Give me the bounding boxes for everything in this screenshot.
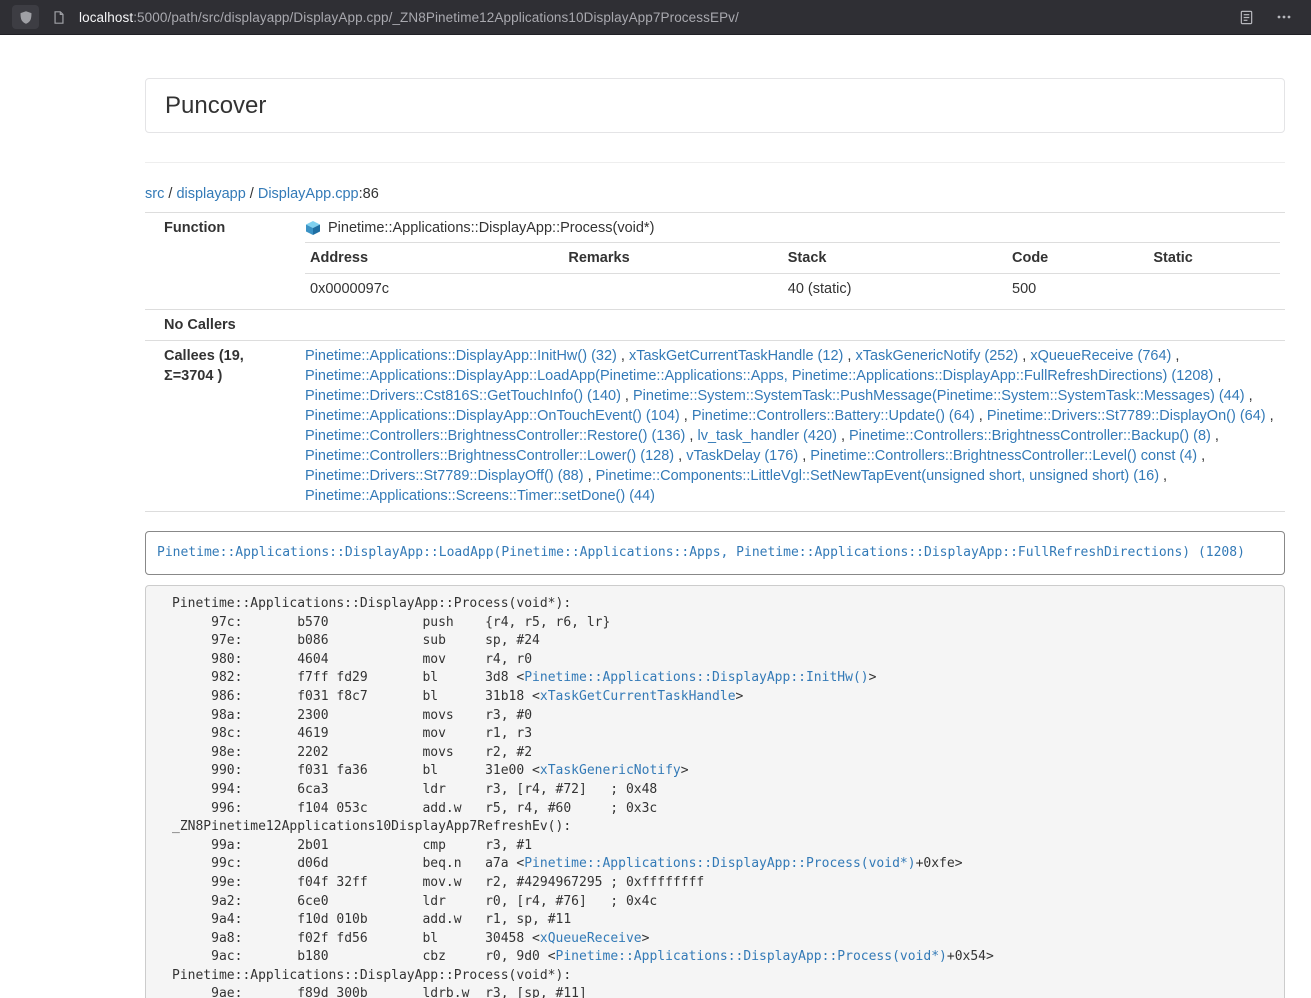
breadcrumb: src / displayapp / DisplayApp.cpp:86: [145, 184, 1285, 204]
code-cell: 500: [1007, 274, 1148, 305]
static-cell: [1148, 274, 1280, 305]
tracking-protection-button[interactable]: [12, 5, 39, 29]
callee-link[interactable]: xTaskGetCurrentTaskHandle (12): [629, 348, 843, 364]
app-title-panel: Puncover: [145, 78, 1285, 133]
function-name: Pinetime::Applications::DisplayApp::Proc…: [328, 218, 654, 238]
function-details-row: 0x0000097c 40 (static) 500: [305, 274, 1280, 305]
col-header-static: Static: [1148, 243, 1280, 274]
stack-cell: 40 (static): [783, 274, 1007, 305]
disassembly-panel: Pinetime::Applications::DisplayApp::Proc…: [145, 585, 1285, 998]
callee-link[interactable]: Pinetime::Applications::DisplayApp::Load…: [305, 368, 1213, 384]
reader-mode-button[interactable]: [1235, 6, 1257, 28]
function-cell: Pinetime::Applications::DisplayApp::Proc…: [300, 213, 1285, 310]
breadcrumb-link[interactable]: DisplayApp.cpp: [258, 186, 359, 202]
col-header-code: Code: [1007, 243, 1148, 274]
breadcrumb-separator: /: [164, 186, 176, 202]
callee-link[interactable]: Pinetime::System::SystemTask::PushMessag…: [633, 388, 1245, 404]
meatball-menu-icon: [1276, 9, 1292, 25]
url-path: :5000/path/src/displayapp/DisplayApp.cpp…: [133, 10, 739, 25]
callee-link[interactable]: Pinetime::Drivers::St7789::DisplayOn() (…: [987, 408, 1266, 424]
breadcrumb-link[interactable]: displayapp: [176, 186, 245, 202]
function-type-icon: [305, 220, 321, 236]
callee-link[interactable]: Pinetime::Controllers::Battery::Update()…: [692, 408, 975, 424]
callee-link[interactable]: Pinetime::Controllers::BrightnessControl…: [849, 428, 1211, 444]
site-info-button[interactable]: [48, 6, 70, 28]
disassembly-symbol-link[interactable]: Pinetime::Applications::DisplayApp::Proc…: [556, 949, 947, 964]
callee-link[interactable]: Pinetime::Controllers::BrightnessControl…: [810, 448, 1197, 464]
callers-cell: [300, 310, 1285, 341]
function-row: Function Pinetime::Applications::Display…: [145, 213, 1285, 310]
callee-link[interactable]: Pinetime::Controllers::BrightnessControl…: [305, 428, 685, 444]
callee-link[interactable]: Pinetime::Applications::DisplayApp::OnTo…: [305, 408, 680, 424]
url-host: localhost: [79, 10, 133, 25]
callee-link[interactable]: xQueueReceive (764): [1030, 348, 1171, 364]
callee-link[interactable]: Pinetime::Drivers::Cst816S::GetTouchInfo…: [305, 388, 621, 404]
page-title: Puncover: [165, 91, 1265, 120]
function-details-table: Address Remarks Stack Code Static 0x0000…: [305, 242, 1280, 304]
col-header-address: Address: [305, 243, 563, 274]
disassembly-symbol-link[interactable]: xQueueReceive: [540, 931, 642, 946]
address-cell: 0x0000097c: [305, 274, 563, 305]
breadcrumb-line-number: :86: [359, 186, 379, 202]
function-line: Pinetime::Applications::DisplayApp::Proc…: [305, 218, 1280, 238]
callee-link[interactable]: Pinetime::Drivers::St7789::DisplayOff() …: [305, 468, 584, 484]
col-header-remarks: Remarks: [563, 243, 782, 274]
callees-row: Callees (19, Σ=3704 ) Pinetime::Applicat…: [145, 341, 1285, 512]
callers-row-label: No Callers: [145, 310, 300, 341]
function-row-label: Function: [145, 213, 300, 310]
divider: [145, 162, 1285, 163]
toolbar-actions: [1235, 6, 1299, 28]
breadcrumb-separator: /: [246, 186, 258, 202]
remarks-cell: [563, 274, 782, 305]
disassembly-symbol-link[interactable]: Pinetime::Applications::DisplayApp::Init…: [524, 670, 868, 685]
callee-link[interactable]: Pinetime::Controllers::BrightnessControl…: [305, 448, 674, 464]
callers-row: No Callers: [145, 310, 1285, 341]
selected-symbol-panel: Pinetime::Applications::DisplayApp::Load…: [145, 531, 1285, 575]
disassembly-symbol-link[interactable]: xTaskGetCurrentTaskHandle: [540, 689, 736, 704]
shield-icon: [19, 10, 33, 25]
overflow-menu-button[interactable]: [1273, 6, 1295, 28]
callees-row-label: Callees (19, Σ=3704 ): [145, 341, 300, 512]
symbol-table: Function Pinetime::Applications::Display…: [145, 212, 1285, 512]
col-header-stack: Stack: [783, 243, 1007, 274]
browser-toolbar: localhost:5000/path/src/displayapp/Displ…: [0, 0, 1311, 35]
function-details-header-row: Address Remarks Stack Code Static: [305, 243, 1280, 274]
disassembly-code: Pinetime::Applications::DisplayApp::Proc…: [146, 586, 1284, 998]
callee-link[interactable]: xTaskGenericNotify (252): [855, 348, 1018, 364]
page-content: Puncover src / displayapp / DisplayApp.c…: [145, 78, 1285, 998]
callee-link[interactable]: Pinetime::Components::LittleVgl::SetNewT…: [596, 468, 1159, 484]
selected-symbol-link[interactable]: Pinetime::Applications::DisplayApp::Load…: [157, 545, 1245, 560]
callees-list: Pinetime::Applications::DisplayApp::Init…: [300, 341, 1285, 512]
callee-link[interactable]: lv_task_handler (420): [697, 428, 836, 444]
page-icon: [52, 10, 66, 25]
callee-link[interactable]: Pinetime::Applications::DisplayApp::Init…: [305, 348, 617, 364]
disassembly-symbol-link[interactable]: Pinetime::Applications::DisplayApp::Proc…: [524, 856, 915, 871]
url-bar[interactable]: localhost:5000/path/src/displayapp/Displ…: [79, 10, 1226, 25]
breadcrumb-link[interactable]: src: [145, 186, 164, 202]
disassembly-symbol-link[interactable]: xTaskGenericNotify: [540, 763, 681, 778]
reader-mode-icon: [1239, 10, 1254, 25]
callee-link[interactable]: Pinetime::Applications::Screens::Timer::…: [305, 488, 655, 504]
callee-link[interactable]: vTaskDelay (176): [686, 448, 798, 464]
